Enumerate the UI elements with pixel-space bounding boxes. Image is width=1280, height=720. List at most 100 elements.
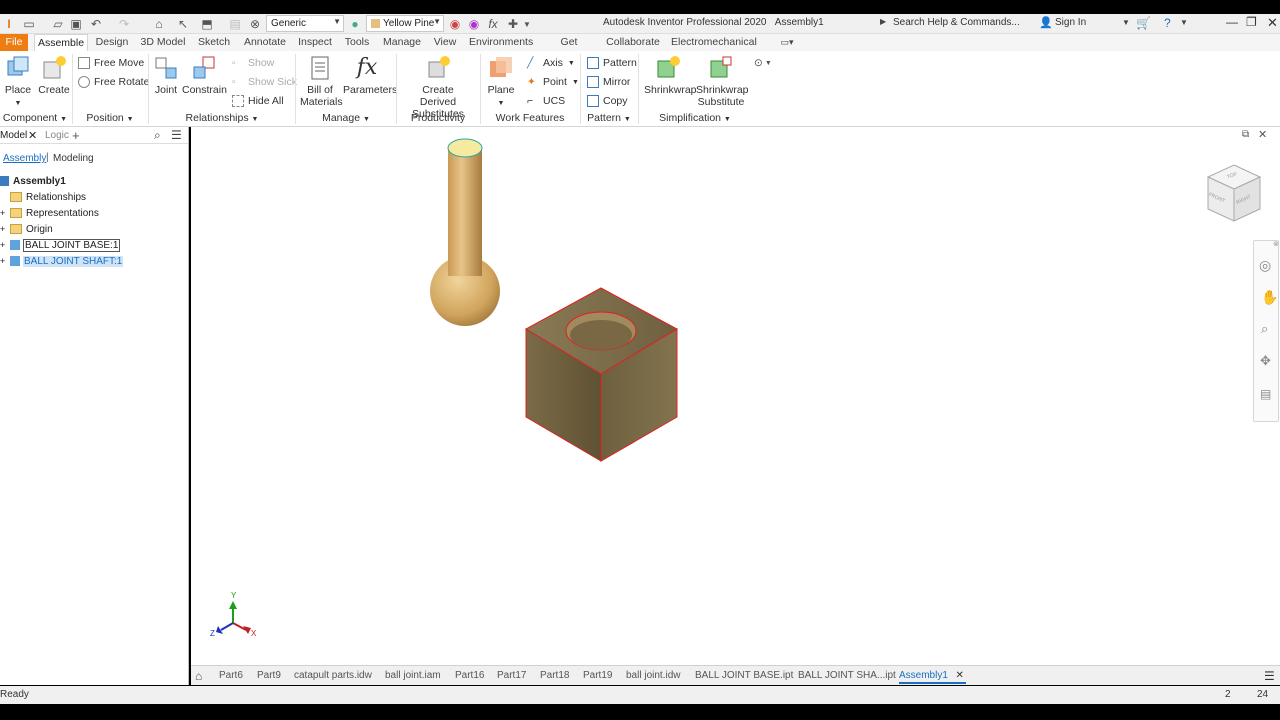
doc-tab-part6[interactable]: Part6 — [219, 668, 243, 684]
appearance-dropdown[interactable]: Generic ▼ — [266, 15, 344, 32]
doc-tab-part19[interactable]: Part19 — [583, 668, 612, 684]
doc-tab-ball-joint-iam[interactable]: ball joint.iam — [385, 668, 441, 684]
close-window-icon[interactable]: ✕ — [1267, 15, 1278, 31]
tree-item-ball-joint-shaft[interactable]: + BALL JOINT SHAFT:1 — [0, 254, 124, 268]
create-button[interactable]: Create — [38, 55, 70, 96]
panel-pattern[interactable]: Pattern ▼ — [582, 111, 636, 127]
appearance-icon[interactable]: ● — [348, 16, 362, 32]
expand-icon[interactable]: + — [0, 240, 10, 250]
material-dropdown[interactable]: Yellow Pine ▼ — [366, 15, 444, 32]
tab-inspect[interactable]: Inspect — [297, 34, 333, 51]
place-button[interactable]: Place ▼ — [3, 55, 33, 110]
doc-tab-ball-joint-base[interactable]: BALL JOINT BASE.ipt — [695, 668, 793, 684]
look-at-icon[interactable]: ▤ — [1260, 387, 1271, 401]
home-icon[interactable]: ⌂ — [152, 16, 166, 32]
expand-icon[interactable]: + — [0, 256, 10, 266]
tree-item-relationships[interactable]: Relationships — [10, 190, 86, 204]
mode-modeling[interactable]: Modeling — [53, 153, 94, 164]
chevron-down-icon[interactable]: ▼ — [522, 16, 532, 32]
home-icon[interactable]: ⌂ — [195, 668, 202, 684]
panel-simplification[interactable]: Simplification ▼ — [640, 111, 750, 127]
doc-tab-part9[interactable]: Part9 — [257, 668, 281, 684]
close-tab-icon[interactable]: ✕ — [28, 129, 37, 142]
tab-view[interactable]: View — [432, 34, 458, 51]
tab-electromechanical[interactable]: Electromechanical — [671, 34, 757, 51]
maximize-view-icon[interactable]: ⧉ — [1242, 129, 1249, 140]
doc-tab-assembly1[interactable]: Assembly1 ✕ — [899, 668, 966, 684]
tree-item-origin[interactable]: + Origin — [0, 222, 53, 236]
tab-collaborate[interactable]: Collaborate — [606, 34, 660, 51]
close-icon[interactable]: ⊗ — [1273, 240, 1279, 248]
plane-button[interactable]: Plane ▼ — [486, 55, 516, 110]
measure-icon[interactable]: ▤ — [228, 16, 242, 32]
tree-item-ball-joint-base[interactable]: + BALL JOINT BASE:1 — [0, 238, 121, 252]
tab-sketch[interactable]: Sketch — [197, 34, 231, 51]
tab-manage[interactable]: Manage — [382, 34, 422, 51]
mode-assembly[interactable]: Assembly — [3, 153, 46, 164]
panel-manage[interactable]: Manage ▼ — [296, 111, 396, 127]
fx-icon[interactable]: fx — [486, 16, 500, 32]
show-button[interactable]: ▫ Show — [232, 55, 274, 71]
clear-override-icon[interactable]: ⊗ — [248, 16, 262, 32]
free-move-button[interactable]: Free Move — [78, 55, 144, 71]
tree-root[interactable]: Assembly1 — [0, 174, 66, 188]
add-tab-icon[interactable]: + — [72, 128, 80, 143]
tab-model[interactable]: Model — [0, 130, 27, 141]
zoom-icon[interactable]: ⌕ — [1261, 321, 1268, 337]
tab-design[interactable]: Design — [94, 34, 130, 51]
search-help-input[interactable]: Search Help & Commands... — [893, 17, 1020, 28]
chevron-down-icon[interactable]: ▼ — [1180, 18, 1188, 27]
open-file-icon[interactable]: ▱ — [51, 16, 65, 32]
minimize-icon[interactable]: — — [1226, 15, 1238, 29]
ribbon-options-icon[interactable]: ▭▾ — [776, 34, 798, 51]
doc-tab-catapult-parts[interactable]: catapult parts.idw — [294, 668, 372, 684]
restore-icon[interactable]: ❐ — [1246, 15, 1257, 29]
steering-wheel-icon[interactable]: ◎ — [1259, 257, 1271, 274]
pan-icon[interactable]: ✋ — [1261, 289, 1278, 306]
panel-position[interactable]: Position ▼ — [74, 111, 146, 127]
close-view-icon[interactable]: ✕ — [1258, 128, 1267, 141]
constrain-button[interactable]: Constrain — [182, 55, 227, 96]
adjust-icon[interactable]: ◉ — [448, 16, 462, 32]
menu-icon[interactable]: ☰ — [1264, 668, 1275, 684]
point-button[interactable]: ✦ Point ▼ — [527, 74, 579, 90]
pattern-button[interactable]: Pattern — [587, 55, 637, 71]
hide-all-button[interactable]: Hide All — [232, 93, 284, 109]
plus-icon[interactable]: ✚ — [506, 16, 520, 32]
joint-button[interactable]: Joint — [151, 55, 181, 96]
tab-tools[interactable]: Tools — [343, 34, 371, 51]
copy-button[interactable]: Copy — [587, 93, 628, 109]
save-icon[interactable]: ▣ — [69, 16, 83, 32]
ball-joint-base-model[interactable] — [524, 287, 679, 462]
show-sick-button[interactable]: ▫ Show Sick — [232, 74, 297, 90]
doc-tab-part17[interactable]: Part17 — [497, 668, 526, 684]
doc-tab-ball-joint-idw[interactable]: ball joint.idw — [626, 668, 680, 684]
help-icon[interactable]: ? — [1164, 16, 1171, 30]
cart-icon[interactable]: 🛒 — [1136, 16, 1151, 30]
ball-joint-shaft-model[interactable] — [430, 138, 500, 326]
update-icon[interactable]: ⬒ — [200, 16, 214, 32]
new-file-icon[interactable]: ▭ — [22, 16, 36, 32]
expand-icon[interactable]: + — [0, 224, 10, 234]
sign-in-button[interactable]: Sign In — [1055, 17, 1086, 28]
tab-logic[interactable]: Logic — [45, 130, 69, 141]
clear-appearance-icon[interactable]: ◉ — [467, 16, 481, 32]
menu-icon[interactable]: ☰ — [171, 128, 182, 142]
shrinkwrap-substitute-button[interactable]: Shrinkwrap Substitute — [696, 55, 749, 108]
search-icon[interactable]: ⌕ — [154, 128, 161, 143]
tab-file[interactable]: File — [0, 34, 28, 51]
shrinkwrap-button[interactable]: Shrinkwrap — [644, 55, 697, 96]
parameters-button[interactable]: fx Parameters — [343, 55, 397, 96]
inventor-logo-icon[interactable]: I — [3, 16, 15, 32]
bill-of-materials-button[interactable]: Bill of Materials — [300, 55, 343, 108]
mirror-button[interactable]: Mirror — [587, 74, 630, 90]
tab-environments[interactable]: Environments — [469, 34, 533, 51]
close-icon[interactable]: ✕ — [956, 668, 964, 684]
orbit-icon[interactable]: ✥ — [1260, 353, 1271, 369]
panel-relationships[interactable]: Relationships ▼ — [150, 111, 294, 127]
tab-assemble[interactable]: Assemble — [34, 34, 88, 51]
graphics-viewport[interactable]: Y X Z TOP FRONT RIGHT ⧉ ✕ — [191, 127, 1280, 665]
tab-annotate[interactable]: Annotate — [242, 34, 288, 51]
select-icon[interactable]: ↖ — [176, 16, 190, 32]
panel-component[interactable]: Component ▼ — [0, 111, 70, 127]
